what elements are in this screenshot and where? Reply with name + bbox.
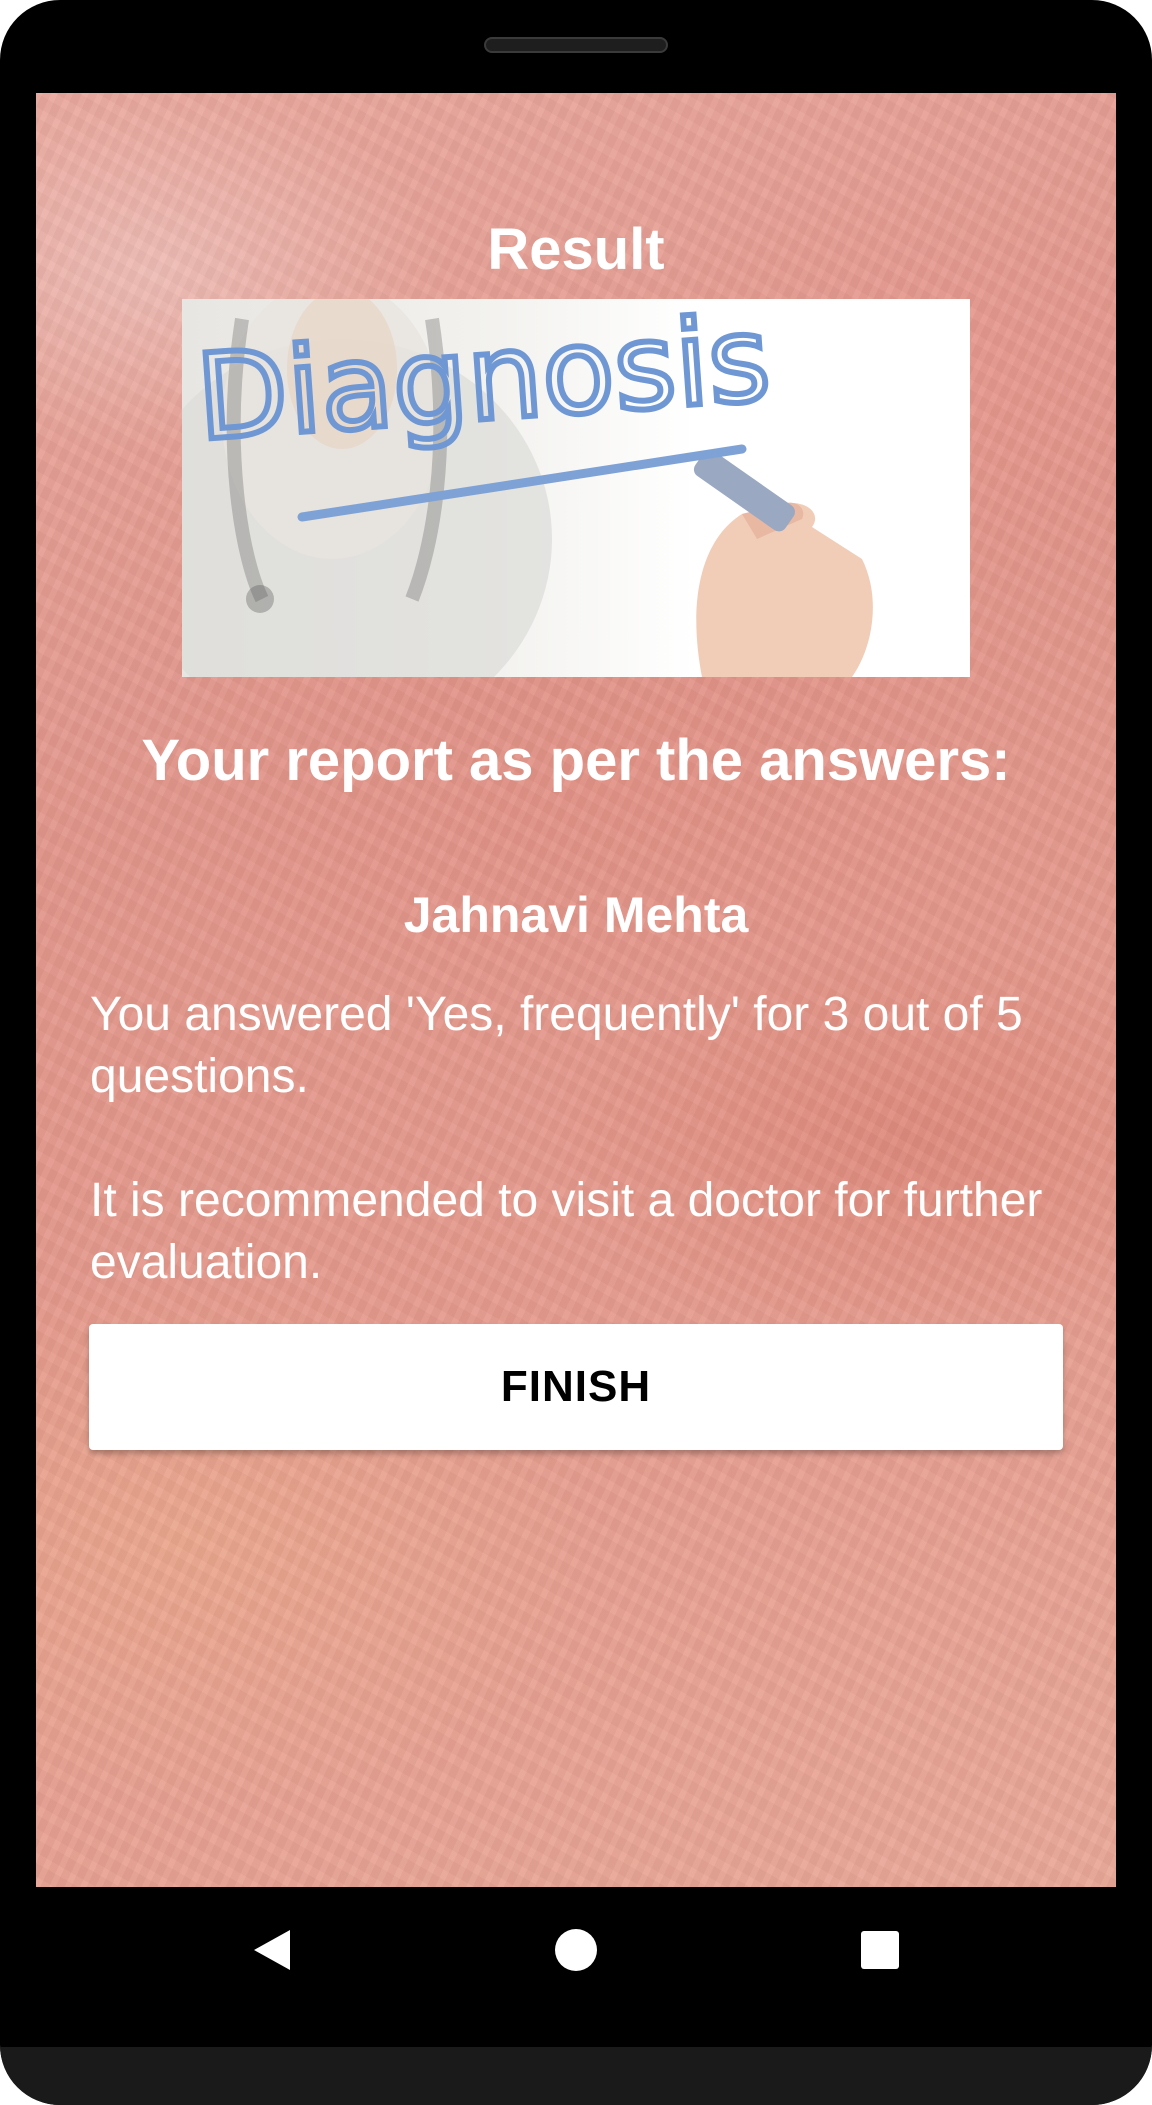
answer-summary: You answered 'Yes, frequently' for 3 out… [90,988,1023,1103]
back-button[interactable] [212,1887,332,2013]
app-screen: Result Diagnosis Your report as per the … [36,93,1116,1887]
device-frame: Result Diagnosis Your report as per the … [0,0,1152,2105]
home-icon [555,1929,597,1971]
report-heading: Your report as per the answers: [141,728,1011,793]
diagnosis-text-layer: Diagnosis [189,299,777,470]
recommendation-text: It is recommended to visit a doctor for … [90,1174,1043,1289]
recents-icon [861,1931,899,1969]
patient-name: Jahnavi Mehta [403,887,749,943]
system-nav-bar [36,1887,1116,2013]
page-title: Result [487,217,665,282]
finish-button[interactable]: FINISH [89,1324,1063,1450]
diagnosis-word: Diagnosis [192,299,774,467]
result-text: You answered 'Yes, frequently' for 3 out… [90,984,1070,1294]
diagnosis-image: Diagnosis [182,299,970,677]
back-icon [254,1930,290,1970]
device-chin [0,2047,1152,2105]
speaker-grille [484,37,668,53]
recents-button[interactable] [820,1887,940,2013]
home-button[interactable] [516,1887,636,2013]
